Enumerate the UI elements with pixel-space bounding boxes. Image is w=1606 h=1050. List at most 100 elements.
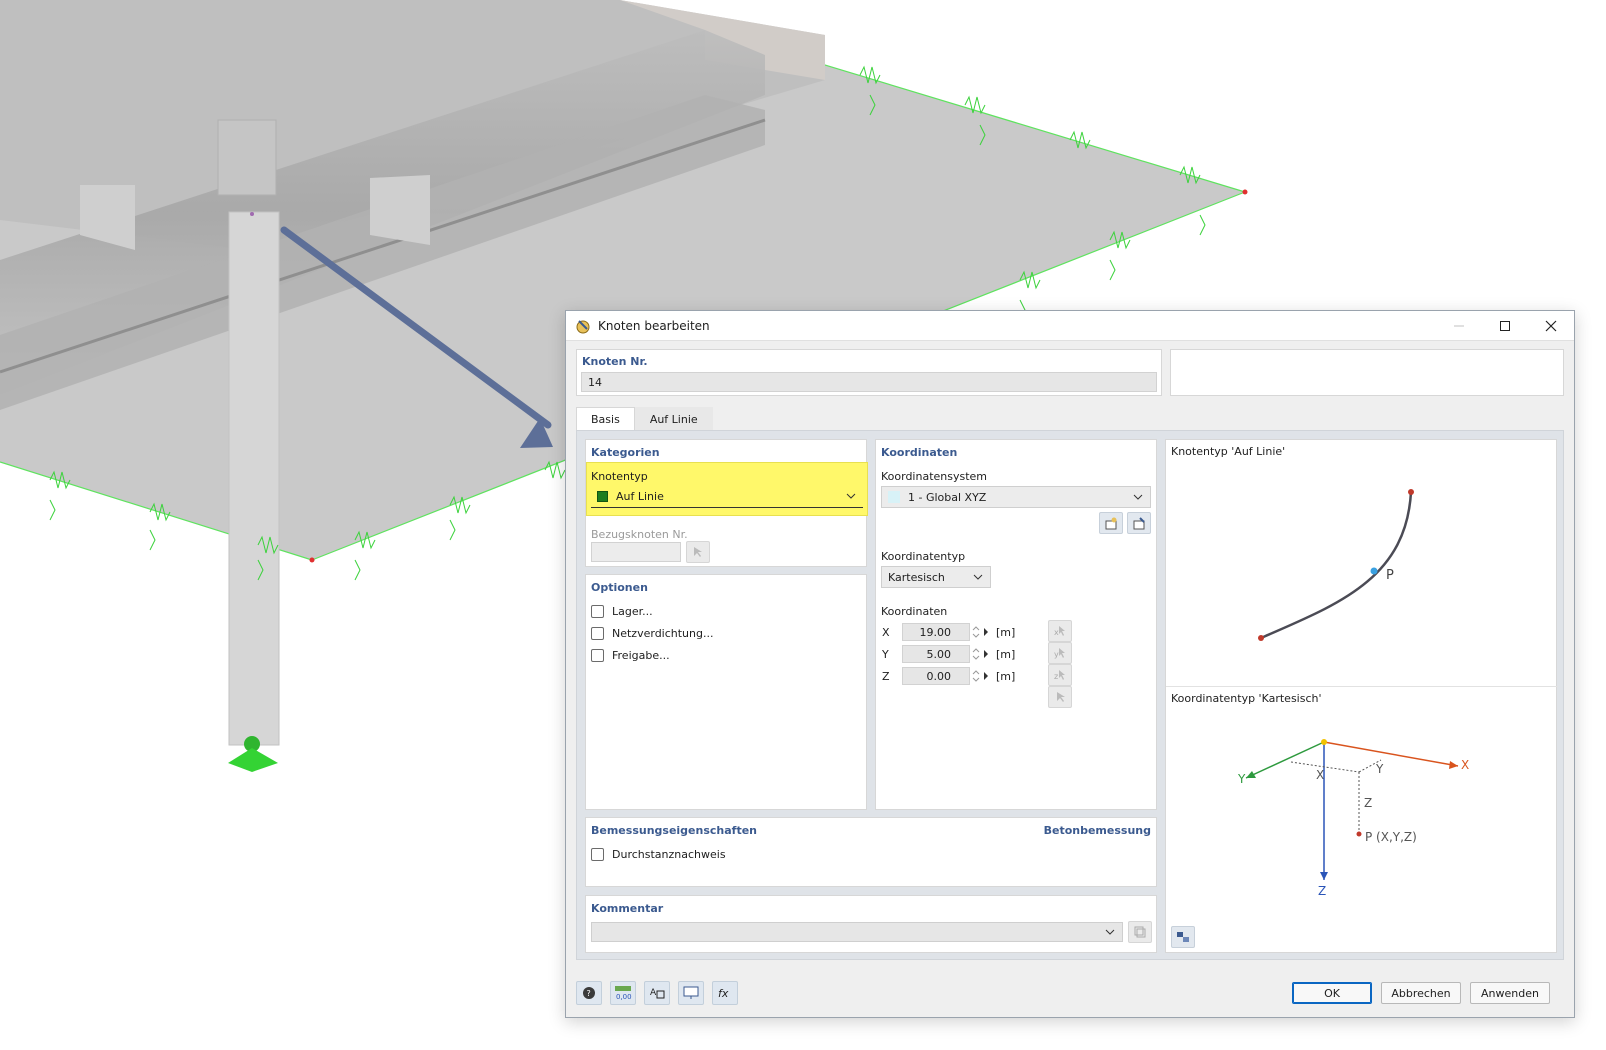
coord-x-spinner[interactable]	[972, 623, 980, 641]
origin-point	[1321, 739, 1327, 745]
node-type-color-swatch	[597, 491, 608, 502]
display-settings-button[interactable]: A	[644, 981, 670, 1005]
column	[228, 211, 280, 746]
coord-system-label: Koordinatensystem	[881, 470, 988, 483]
coord-values-label: Koordinaten	[881, 605, 948, 618]
svg-text:0,00: 0,00	[616, 993, 632, 1001]
coord-system-swatch	[888, 491, 900, 503]
option-release-checkbox[interactable]: Freigabe...	[591, 649, 670, 662]
point-coord-label: P (X,Y,Z)	[1365, 830, 1417, 844]
formula-button[interactable]: fx	[712, 981, 738, 1005]
coord-type-value: Kartesisch	[888, 570, 945, 584]
coordinates-title: Koordinaten	[881, 446, 958, 459]
edit-node-dialog: Knoten bearbeiten Knoten Nr. 14 Basis Au…	[565, 310, 1575, 1018]
chevron-down-icon	[846, 493, 856, 499]
apply-label: Anwenden	[1481, 986, 1539, 1000]
concrete-design-title: Betonbemessung	[1043, 824, 1151, 837]
options-title: Optionen	[591, 581, 648, 594]
checkbox-punching[interactable]	[591, 848, 604, 861]
node-number-value: 14	[588, 375, 602, 389]
coord-y-spinner[interactable]	[972, 645, 980, 663]
apply-button[interactable]: Anwenden	[1470, 982, 1550, 1004]
pick-y-icon: y	[1054, 648, 1065, 659]
column-node	[250, 212, 254, 216]
option-support-label: Lager...	[612, 605, 653, 618]
coord-z-unit: [m]	[996, 670, 1016, 683]
coord-system-select[interactable]: 1 - Global XYZ	[881, 486, 1151, 508]
maximize-button[interactable]	[1482, 311, 1528, 341]
coord-x-input[interactable]: 19.00	[902, 623, 970, 641]
node-number-field[interactable]: 14	[581, 372, 1157, 392]
corner-node-front	[309, 557, 315, 563]
coord-y-unit: [m]	[996, 648, 1016, 661]
cancel-button[interactable]: Abbrechen	[1381, 982, 1461, 1004]
point-on-line	[1370, 567, 1378, 575]
checkbox-support[interactable]	[591, 605, 604, 618]
node-name-panel	[1170, 349, 1564, 396]
pick-x-icon: x	[1054, 626, 1065, 637]
beam-cap	[217, 119, 277, 196]
swap-preview-button[interactable]	[1171, 926, 1195, 948]
display-settings-icon: A	[650, 988, 665, 999]
monitor-view-icon	[683, 986, 699, 999]
help-button[interactable]: ?	[576, 981, 602, 1005]
checkbox-release[interactable]	[591, 649, 604, 662]
coord-type-select[interactable]: Kartesisch	[881, 566, 991, 588]
chevron-down-icon	[1105, 929, 1115, 935]
option-mesh-refinement-label: Netzverdichtung...	[612, 627, 714, 640]
node-number-label: Knoten Nr.	[582, 355, 648, 368]
coord-x-next-icon[interactable]	[982, 627, 990, 637]
preview-panel: Knotentyp 'Auf Linie' P Koordinatentyp '…	[1165, 439, 1558, 953]
new-coord-system-button[interactable]	[1099, 512, 1123, 534]
comment-input[interactable]	[591, 922, 1123, 942]
dialog-titlebar[interactable]: Knoten bearbeiten	[566, 311, 1574, 341]
minimize-button[interactable]	[1436, 311, 1482, 341]
tab-auf-linie[interactable]: Auf Linie	[634, 407, 713, 431]
view-button[interactable]	[678, 981, 704, 1005]
tab-basis[interactable]: Basis	[576, 407, 635, 431]
node-edit-icon	[576, 319, 590, 333]
minimize-icon	[1454, 325, 1464, 327]
coord-z-spinner[interactable]	[972, 667, 980, 685]
point-label: P	[1386, 568, 1394, 583]
maximize-icon	[1500, 321, 1510, 331]
line-curve	[1260, 491, 1413, 640]
coord-system-value: 1 - Global XYZ	[908, 490, 987, 504]
formula-icon: fx	[718, 987, 729, 1000]
units-button[interactable]: 0,00	[610, 981, 636, 1005]
coord-z-input[interactable]: 0.00	[902, 667, 970, 685]
coord-y-next-icon[interactable]	[982, 649, 990, 659]
coord-x-unit: [m]	[996, 626, 1016, 639]
tab-basis-label: Basis	[591, 413, 620, 426]
option-mesh-refinement-checkbox[interactable]: Netzverdichtung...	[591, 627, 713, 640]
coord-type-label: Koordinatentyp	[881, 550, 966, 563]
close-icon	[1545, 320, 1557, 332]
line-start-node	[1258, 635, 1264, 641]
design-properties-panel: Bemessungseigenschaften Betonbemessung D…	[585, 817, 1157, 887]
z-axis-label: Z	[1318, 884, 1327, 898]
node-type-select[interactable]: Auf Linie	[591, 486, 863, 508]
edit-coord-system-button[interactable]	[1127, 512, 1151, 534]
beam-block-mid	[370, 175, 430, 245]
pick-cursor-icon	[694, 547, 702, 557]
chevron-down-icon	[973, 574, 983, 580]
options-panel: Optionen Lager... Netzverdichtung... Fre…	[585, 574, 867, 810]
dialog-tabs: Basis Auf Linie	[576, 407, 713, 431]
design-title: Bemessungseigenschaften	[591, 824, 757, 837]
pick-point-button	[1048, 686, 1072, 708]
categories-panel: Kategorien Knotentyp Auf Linie Bezugskno…	[585, 439, 868, 567]
option-support-checkbox[interactable]: Lager...	[591, 605, 653, 618]
z-axis-arrow	[1320, 872, 1328, 880]
option-release-label: Freigabe...	[612, 649, 670, 662]
ok-button[interactable]: OK	[1292, 982, 1372, 1004]
cartesian-diagram	[1245, 739, 1459, 880]
checkbox-mesh-refinement[interactable]	[591, 627, 604, 640]
pick-z-button: z	[1048, 664, 1072, 686]
close-button[interactable]	[1528, 311, 1574, 341]
coord-z-next-icon[interactable]	[982, 671, 990, 681]
units-icon: 0,00	[615, 986, 632, 1001]
punching-checkbox[interactable]: Durchstanznachweis	[591, 848, 726, 861]
comment-title: Kommentar	[591, 902, 664, 915]
coord-y-input[interactable]: 5.00	[902, 645, 970, 663]
cancel-label: Abbrechen	[1391, 986, 1451, 1000]
